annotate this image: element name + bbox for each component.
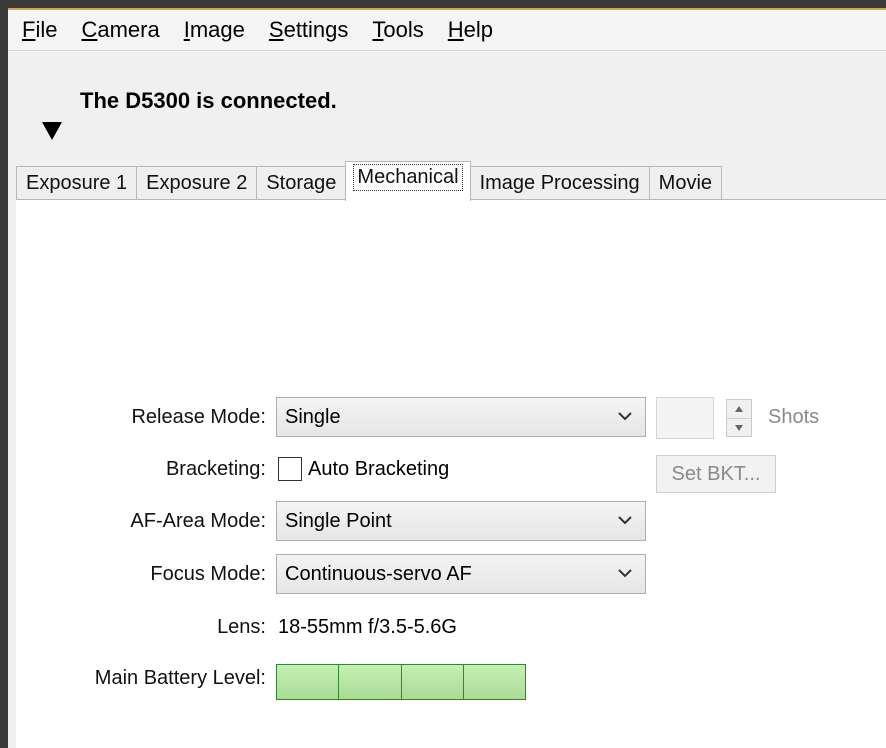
- spin-up-button[interactable]: [727, 400, 751, 419]
- focus-mode-label: Focus Mode:: [150, 563, 266, 585]
- release-mode-label: Release Mode:: [131, 406, 266, 428]
- menu-settings-mnemonic: S: [268, 17, 284, 42]
- tab-mechanical[interactable]: Mechanical: [345, 161, 471, 201]
- release-mode-select[interactable]: Single: [276, 397, 646, 437]
- menu-help[interactable]: Help: [448, 17, 493, 43]
- tab-exposure-2[interactable]: Exposure 2: [136, 166, 258, 200]
- battery-segment: [277, 665, 340, 699]
- triangle-down-icon[interactable]: [42, 122, 62, 140]
- menu-camera[interactable]: Camera: [81, 17, 159, 43]
- triangle-down-icon: [735, 425, 743, 431]
- tab-movie[interactable]: Movie: [648, 166, 723, 200]
- connection-status: The D5300 is connected.: [80, 88, 337, 113]
- chevron-down-icon: [618, 412, 632, 421]
- lens-value: 18-55mm f/3.5-5.6G: [278, 616, 457, 638]
- release-mode-value: Single: [285, 405, 341, 428]
- auto-bracketing-checkbox[interactable]: [278, 457, 302, 481]
- shots-spinner[interactable]: [726, 399, 752, 437]
- battery-segment: [339, 665, 402, 699]
- menu-file[interactable]: File: [22, 17, 57, 43]
- set-bkt-button[interactable]: Set BKT...: [656, 455, 776, 493]
- menu-help-mnemonic: H: [447, 17, 464, 42]
- menu-tools-label: ools: [383, 17, 424, 42]
- af-area-mode-value: Single Point: [285, 509, 392, 532]
- tab-label: Exposure 1: [26, 172, 128, 194]
- tab-exposure-1[interactable]: Exposure 1: [16, 166, 138, 200]
- af-area-mode-label: AF-Area Mode:: [130, 510, 266, 532]
- menu-image-label: mage: [189, 17, 245, 42]
- shots-label: Shots: [768, 406, 820, 428]
- tab-label: Image Processing: [479, 172, 640, 194]
- bracketing-label: Bracketing:: [165, 458, 266, 480]
- menu-camera-mnemonic: C: [81, 17, 98, 42]
- tab-label: Mechanical: [353, 164, 463, 191]
- focus-mode-select[interactable]: Continuous-servo AF: [276, 554, 646, 594]
- menu-settings[interactable]: Settings: [269, 17, 349, 43]
- tab-bar: Exposure 1 Exposure 2 Storage Mechanical…: [16, 161, 723, 201]
- battery-segment: [401, 665, 464, 699]
- triangle-up-icon: [735, 406, 743, 412]
- af-area-mode-select[interactable]: Single Point: [276, 501, 646, 541]
- battery-level-meter: [276, 664, 526, 700]
- battery-label: Main Battery Level:: [94, 667, 266, 689]
- menu-tools-mnemonic: T: [372, 17, 384, 42]
- tab-storage[interactable]: Storage: [256, 166, 347, 200]
- menu-file-label: ile: [35, 17, 58, 42]
- menu-settings-label: ettings: [283, 17, 349, 42]
- menu-help-label: elp: [463, 17, 494, 42]
- battery-segment: [463, 665, 525, 699]
- app-window: File Camera Image Settings Tools Help Th…: [8, 8, 886, 748]
- auto-bracketing-label[interactable]: Auto Bracketing: [308, 458, 449, 481]
- menu-camera-label: amera: [97, 17, 160, 42]
- menu-tools[interactable]: Tools: [372, 17, 423, 43]
- menu-file-mnemonic: F: [22, 17, 36, 42]
- focus-mode-value: Continuous-servo AF: [285, 562, 472, 585]
- tab-image-processing[interactable]: Image Processing: [469, 166, 650, 200]
- chevron-down-icon: [618, 569, 632, 578]
- menu-bar: File Camera Image Settings Tools Help: [8, 10, 886, 51]
- menu-image[interactable]: Image: [184, 17, 245, 43]
- shots-input[interactable]: [656, 397, 714, 439]
- tab-label: Exposure 2: [146, 172, 248, 194]
- tab-label: Storage: [266, 172, 337, 194]
- chevron-down-icon: [618, 516, 632, 525]
- spin-down-button[interactable]: [727, 419, 751, 437]
- tab-label: Movie: [658, 172, 713, 194]
- lens-label: Lens:: [217, 616, 266, 638]
